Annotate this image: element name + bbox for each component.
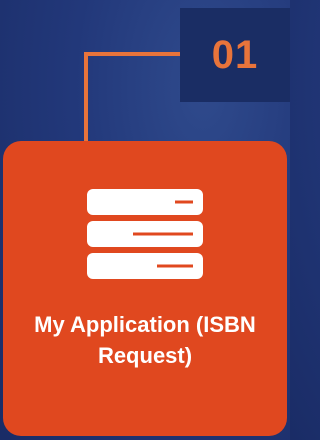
- server-unit-bottom-slot: [157, 264, 193, 268]
- server-unit-middle-slot: [133, 232, 193, 236]
- server-icon: [87, 189, 203, 279]
- card-title-line-1: My Application (ISBN: [34, 312, 256, 337]
- card-title: My Application (ISBN Request): [3, 309, 287, 371]
- connector-line-horizontal: [84, 52, 184, 56]
- step-number: 01: [211, 32, 259, 77]
- server-unit-top-slot: [175, 200, 193, 204]
- connector-line-vertical: [84, 52, 88, 144]
- step-number-box: 01: [180, 8, 290, 102]
- card-title-line-2: Request): [97, 343, 193, 368]
- my-application-card[interactable]: My Application (ISBN Request): [3, 141, 287, 436]
